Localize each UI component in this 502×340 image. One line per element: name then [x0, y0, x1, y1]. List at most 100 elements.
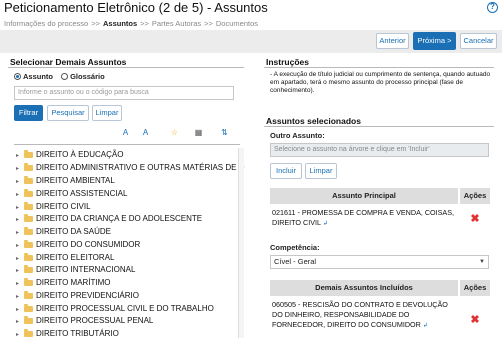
tree-item-label: DIREITO DA SAÚDE: [36, 227, 111, 236]
folder-icon: [24, 329, 33, 337]
folder-icon: [24, 304, 33, 312]
tree-item[interactable]: ▸ DIREITO ASSISTENCIAL: [16, 189, 127, 201]
help-icon[interactable]: ?: [487, 2, 498, 13]
tree-item-label: DIREITO PROCESSUAL CIVIL E DO TRABALHO: [36, 304, 214, 313]
tree-item[interactable]: ▸ DIREITO DA CRIANÇA E DO ADOLESCENTE: [16, 214, 202, 226]
tree-item[interactable]: ▸ DIREITO TRIBUTÁRIO: [16, 329, 119, 340]
tree-item-label: DIREITO ASSISTENCIAL: [36, 189, 128, 198]
expand-icon[interactable]: ▸: [16, 178, 22, 185]
other-subject-input[interactable]: Selecione o assunto na árvore e clique e…: [270, 143, 489, 157]
expand-icon[interactable]: ▸: [16, 280, 22, 287]
expand-icon[interactable]: ▸: [16, 267, 22, 274]
tree-item-label: DIREITO TRIBUTÁRIO: [36, 329, 119, 338]
font-decrease-icon[interactable]: A: [140, 127, 151, 138]
info-icon[interactable]: ↲: [323, 219, 328, 229]
tree-item[interactable]: ▸ DIREITO INTERNACIONAL: [16, 265, 135, 277]
cancel-button[interactable]: Cancelar: [460, 33, 497, 49]
expand-icon[interactable]: ▸: [16, 331, 22, 338]
other-subject-text: 060505 - RESCISÃO DO CONTRATO E DEVOLUÇÃ…: [272, 300, 448, 329]
tree-item[interactable]: ▸ DIREITO PREVIDENCIÁRIO: [16, 291, 139, 303]
remove-main-subject-icon[interactable]: ✖: [470, 214, 480, 225]
expand-icon[interactable]: ▸: [16, 242, 22, 249]
divider: [8, 67, 244, 68]
competencia-value: Cível - Geral: [274, 257, 317, 266]
folder-icon: [24, 265, 33, 273]
calendar-icon[interactable]: ▦: [193, 127, 204, 138]
other-subject-cell: 060505 - RESCISÃO DO CONTRATO E DEVOLUÇÃ…: [272, 300, 458, 331]
radio-subject[interactable]: [14, 73, 21, 80]
competencia-select[interactable]: Cível - Geral ▼: [270, 255, 489, 269]
tree-item-label: DIREITO MARÍTIMO: [36, 278, 111, 287]
folder-icon: [24, 253, 33, 261]
radio-glossary[interactable]: [61, 73, 69, 80]
sort-icon[interactable]: ⇅: [219, 127, 230, 138]
breadcrumb-item-info: Informações do processo: [4, 19, 89, 28]
clear-button[interactable]: Limpar: [92, 105, 122, 121]
expand-icon[interactable]: ▸: [16, 229, 22, 236]
expand-icon[interactable]: ▸: [16, 216, 22, 223]
search-mode-radios: Assunto Glossário: [14, 72, 111, 81]
divider: [264, 67, 494, 68]
breadcrumb: Informações do processo >> Assuntos >> Parte…: [4, 19, 258, 28]
tree-item[interactable]: ▸ DIREITO DA SAÚDE: [16, 227, 111, 239]
expand-icon[interactable]: ▸: [16, 204, 22, 211]
other-subject-label: Outro Assunto:: [270, 131, 325, 140]
subject-search-input[interactable]: Informe o assunto ou o código para busca: [14, 86, 234, 100]
search-button[interactable]: Pesquisar: [47, 105, 89, 121]
tree-item-label: DIREITO INTERNACIONAL: [36, 265, 136, 274]
instructions-title: Instruções: [266, 57, 309, 67]
tree-item-label: DIREITO PROCESSUAL PENAL: [36, 316, 154, 325]
competencia-label: Competência:: [270, 243, 320, 252]
tree-item-label: DIREITO AMBIENTAL: [36, 176, 115, 185]
next-button[interactable]: Próxima >: [413, 32, 456, 50]
clear-selected-button[interactable]: Limpar: [305, 163, 337, 179]
remove-other-subject-icon[interactable]: ✖: [470, 315, 480, 326]
tree-item-label: DIREITO PREVIDENCIÁRIO: [36, 291, 139, 300]
breadcrumb-separator: >>: [204, 19, 213, 28]
tree-item[interactable]: ▸ DIREITO AMBIENTAL: [16, 176, 115, 188]
select-subjects-title: Selecionar Demais Assuntos: [10, 57, 127, 67]
breadcrumb-item-documents: Documentos: [215, 19, 258, 28]
include-button[interactable]: Incluir: [270, 163, 302, 179]
info-icon[interactable]: ↲: [423, 321, 428, 331]
tree-item-label: DIREITO ELEITORAL: [36, 253, 115, 262]
expand-icon[interactable]: ▸: [16, 293, 22, 300]
tree-item[interactable]: ▸ DIREITO CIVIL: [16, 202, 91, 214]
main-subject-text: 021611 - PROMESSA DE COMPRA E VENDA, COI…: [272, 208, 455, 227]
font-increase-icon[interactable]: A: [120, 127, 131, 138]
tree-item[interactable]: ▸ DIREITO PROCESSUAL PENAL: [16, 316, 153, 328]
expand-icon[interactable]: ▸: [16, 255, 22, 262]
main-subject-header: Assunto Principal: [270, 188, 458, 204]
filter-button[interactable]: Filtrar: [14, 105, 43, 121]
tree-item[interactable]: ▸ DIREITO À EDUCAÇÃO: [16, 150, 123, 162]
expand-icon[interactable]: ▸: [16, 165, 22, 172]
tree-item[interactable]: ▸ DIREITO DO CONSUMIDOR: [16, 240, 140, 252]
other-subjects-header: Demais Assuntos Incluídos: [270, 280, 458, 296]
instructions-text: - A execução de título judicial ou cumpr…: [270, 71, 491, 94]
tree-item[interactable]: ▸ DIREITO ELEITORAL: [16, 253, 114, 265]
chevron-down-icon: ▼: [479, 259, 485, 265]
folder-icon: [24, 316, 33, 324]
folder-icon: [24, 189, 33, 197]
tree-item[interactable]: ▸ DIREITO MARÍTIMO: [16, 278, 111, 290]
expand-icon[interactable]: ▸: [16, 191, 22, 198]
tree-item-label: DIREITO CIVIL: [36, 202, 91, 211]
tree-item[interactable]: ▸ DIREITO PROCESSUAL CIVIL E DO TRABALHO: [16, 304, 214, 316]
tree-item-label: DIREITO À EDUCAÇÃO: [36, 150, 124, 159]
divider: [264, 126, 494, 127]
selected-subjects-title: Assuntos selecionados: [266, 116, 361, 126]
tree-item[interactable]: ▸ DIREITO ADMINISTRATIVO E OUTRAS MATÉRIA…: [16, 163, 244, 175]
tree-scrollbar[interactable]: [238, 148, 244, 338]
breadcrumb-separator: >>: [91, 19, 100, 28]
previous-button[interactable]: Anterior: [376, 33, 409, 49]
folder-icon: [24, 176, 33, 184]
expand-icon[interactable]: ▸: [16, 152, 22, 159]
folder-icon: [24, 278, 33, 286]
star-icon[interactable]: ☆: [169, 127, 180, 138]
radio-subject-label: Assunto: [23, 72, 53, 81]
expand-icon[interactable]: ▸: [16, 306, 22, 313]
divider: [14, 144, 240, 145]
folder-icon: [24, 214, 33, 222]
tree-item-label: DIREITO DA CRIANÇA E DO ADOLESCENTE: [36, 214, 203, 223]
expand-icon[interactable]: ▸: [16, 318, 22, 325]
